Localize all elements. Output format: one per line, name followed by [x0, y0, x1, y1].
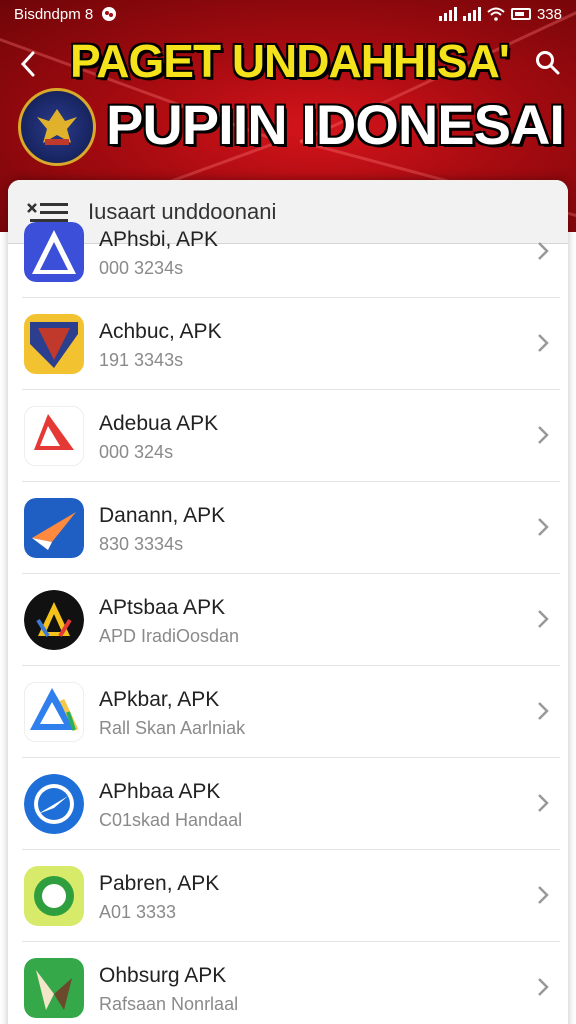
app-subtitle: Rafsaan Nonrlaal: [99, 994, 239, 1014]
list-item[interactable]: APkbar, APK Rall Skan Aarlniak: [22, 666, 560, 758]
chevron-right-icon: [538, 242, 549, 260]
app-name: APtsbaa APK: [99, 596, 226, 619]
app-icon-green-circle: [24, 866, 84, 926]
banner-title-line-2: PUPIIN IDONESAI: [106, 93, 565, 156]
app-subtitle: 191 3343s: [99, 350, 184, 370]
search-button[interactable]: [532, 46, 564, 80]
app-subtitle: 000 3234s: [99, 258, 184, 278]
chevron-left-icon: [20, 51, 35, 77]
chevron-right-icon: [538, 426, 549, 444]
app-icon-emblem: [24, 314, 84, 374]
battery-icon: [510, 8, 531, 20]
app-name: Adebua APK: [99, 412, 219, 435]
list-item[interactable]: Pabren, APK A01 3333: [22, 850, 560, 942]
banner-title-line-1: PAGET UNDAHHISA': [70, 35, 510, 87]
app-subtitle: 830 3334s: [99, 534, 184, 554]
app-name: Danann, APK: [99, 504, 226, 527]
app-subtitle: A01 3333: [99, 902, 177, 922]
app-icon-a-gradient: [24, 682, 84, 742]
list-item[interactable]: APhsbi, APK 000 3234s: [22, 206, 560, 298]
notification-icon: [102, 7, 117, 21]
chevron-right-icon: [538, 886, 549, 904]
signal-icon: [438, 7, 457, 21]
signal-icon: [462, 7, 481, 21]
chevron-right-icon: [538, 702, 549, 720]
status-left-text: Bisdndpm 8: [14, 5, 94, 23]
wifi-icon: [487, 7, 505, 21]
app-icon-green-bird: [24, 958, 84, 1018]
app-list-card: Iusaart unddoonani APhsbi, APK 000 3234s…: [8, 180, 568, 1024]
list-item[interactable]: Adebua APK 000 324s: [22, 390, 560, 482]
chevron-right-icon: [538, 334, 549, 352]
list-item[interactable]: APtsbaa APK APD IradiOosdan: [22, 574, 560, 666]
search-icon: [536, 51, 560, 75]
emblem-logo: [18, 88, 96, 166]
chevron-right-icon: [538, 794, 549, 812]
chevron-right-icon: [538, 518, 549, 536]
chevron-right-icon: [538, 978, 549, 996]
app-name: Achbuc, APK: [99, 320, 222, 343]
garuda-emblem-icon: [37, 109, 77, 145]
app-subtitle: Rall Skan Aarlniak: [99, 718, 246, 738]
list-item[interactable]: Ohbsurg APK Rafsaan Nonrlaal: [22, 942, 560, 1024]
status-bar: Bisdndpm 8 338: [0, 0, 576, 28]
list-item[interactable]: Danann, APK 830 3334s: [22, 482, 560, 574]
app-icon-a-yellow: [24, 590, 84, 650]
app-subtitle: APD IradiOosdan: [99, 626, 240, 646]
app-icon-a-blue: [24, 222, 84, 282]
app-name: APkbar, APK: [99, 688, 220, 711]
back-button[interactable]: [14, 48, 42, 80]
app-icon-plane: [24, 498, 84, 558]
app-subtitle: 000 324s: [99, 442, 174, 462]
app-subtitle: C01skad Handaal: [99, 810, 243, 830]
chevron-right-icon: [538, 610, 549, 628]
list-item[interactable]: Achbuc, APK 191 3343s: [22, 298, 560, 390]
app-name: Pabren, APK: [99, 872, 220, 895]
list-item[interactable]: APhbaa APK C01skad Handaal: [22, 758, 560, 850]
status-time: 338: [536, 5, 562, 23]
app-name: Ohbsurg APK: [99, 964, 227, 987]
app-name: APhbaa APK: [99, 780, 221, 803]
app-name: APhsbi, APK: [99, 228, 219, 251]
app-icon-a-red: [24, 406, 84, 466]
app-icon-compass: [24, 774, 84, 834]
